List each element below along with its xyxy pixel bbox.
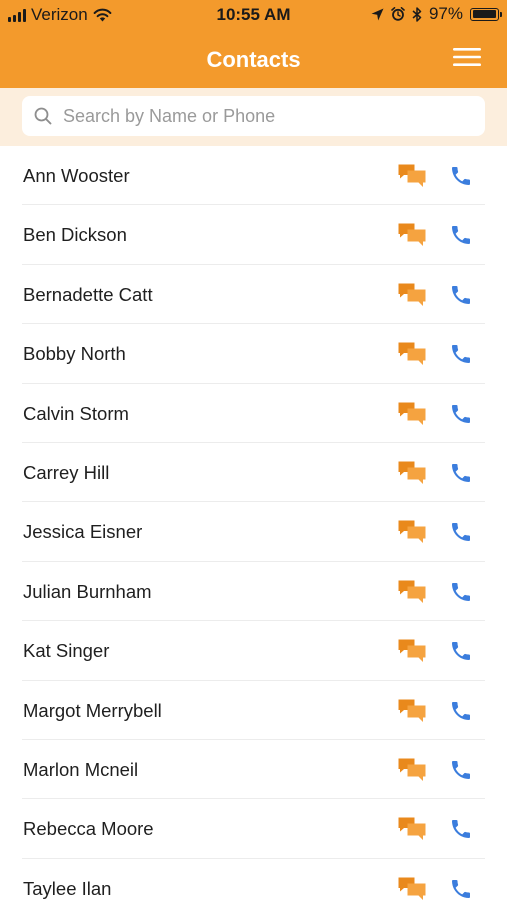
contact-row[interactable]: Margot Merrybell (0, 681, 507, 741)
search-input[interactable] (61, 104, 465, 128)
contact-row[interactable]: Julian Burnham (0, 562, 507, 622)
contact-name: Kat Singer (23, 640, 110, 662)
phone-icon[interactable] (449, 223, 473, 247)
chat-bubbles-icon[interactable] (398, 877, 426, 901)
carrier-label: Verizon (31, 5, 88, 24)
chat-bubbles-icon[interactable] (398, 817, 426, 841)
signal-icon (8, 8, 26, 22)
contact-name: Carrey Hill (23, 461, 110, 483)
top-bar: Verizon 10:55 AM 97% Contacts (0, 0, 507, 88)
contact-row[interactable]: Taylee Ilan (0, 859, 507, 918)
phone-icon[interactable] (449, 402, 473, 426)
chat-bubbles-icon[interactable] (398, 758, 426, 782)
contact-row[interactable]: Calvin Storm (0, 384, 507, 444)
search-box[interactable] (22, 96, 485, 136)
phone-icon[interactable] (449, 639, 473, 663)
contact-name: Marlon Mcneil (23, 758, 139, 780)
battery-icon (470, 7, 502, 21)
chat-bubbles-icon[interactable] (398, 402, 426, 426)
hamburger-menu-icon[interactable] (453, 46, 481, 68)
phone-icon[interactable] (449, 699, 473, 723)
chat-bubbles-icon[interactable] (398, 223, 426, 247)
contact-list: Ann Wooster Ben Dickson Bernadette Catt … (0, 146, 507, 918)
status-bar: Verizon 10:55 AM 97% (0, 0, 507, 30)
contact-name: Ben Dickson (23, 224, 127, 246)
phone-icon[interactable] (449, 580, 473, 604)
contact-name: Ann Wooster (23, 165, 130, 186)
search-icon (34, 107, 52, 125)
contact-name: Bobby North (23, 343, 126, 365)
chat-bubbles-icon[interactable] (398, 164, 426, 188)
contact-name: Rebecca Moore (23, 818, 154, 840)
chat-bubbles-icon[interactable] (398, 580, 426, 604)
bluetooth-icon (412, 6, 422, 22)
phone-icon[interactable] (449, 758, 473, 782)
status-right: 97% (371, 4, 502, 24)
battery-percent: 97% (428, 4, 463, 23)
contact-name: Taylee Ilan (23, 877, 112, 899)
chat-bubbles-icon[interactable] (398, 283, 426, 307)
search-bar-area (0, 88, 507, 146)
chat-bubbles-icon[interactable] (398, 520, 426, 544)
phone-icon[interactable] (449, 817, 473, 841)
status-left: Verizon (8, 5, 112, 25)
phone-icon[interactable] (449, 461, 473, 485)
contact-row[interactable]: Ann Wooster (0, 146, 507, 206)
chat-bubbles-icon[interactable] (398, 699, 426, 723)
contact-name: Jessica Eisner (23, 521, 143, 543)
phone-icon[interactable] (449, 164, 473, 188)
contact-row[interactable]: Ben Dickson (0, 205, 507, 266)
contact-name: Margot Merrybell (23, 699, 162, 721)
phone-icon[interactable] (449, 520, 473, 544)
contact-row[interactable]: Jessica Eisner (0, 502, 507, 563)
chat-bubbles-icon[interactable] (398, 639, 426, 663)
contact-row[interactable]: Bernadette Catt (0, 265, 507, 325)
wifi-icon (93, 8, 112, 22)
location-arrow-icon (371, 8, 384, 20)
phone-icon[interactable] (449, 342, 473, 366)
chat-bubbles-icon[interactable] (398, 461, 426, 485)
phone-icon[interactable] (449, 283, 473, 307)
contact-name: Julian Burnham (23, 580, 152, 602)
contact-row[interactable]: Bobby North (0, 324, 507, 384)
chat-bubbles-icon[interactable] (398, 342, 426, 366)
contact-row[interactable]: Kat Singer (0, 621, 507, 681)
contact-row[interactable]: Marlon Mcneil (0, 740, 507, 800)
phone-icon[interactable] (449, 877, 473, 901)
contact-name: Calvin Storm (23, 402, 129, 424)
page-title: Contacts (206, 47, 301, 72)
contact-row[interactable]: Rebecca Moore (0, 799, 507, 860)
contact-row[interactable]: Carrey Hill (0, 443, 507, 503)
alarm-icon (391, 7, 405, 21)
contact-name: Bernadette Catt (23, 283, 153, 305)
